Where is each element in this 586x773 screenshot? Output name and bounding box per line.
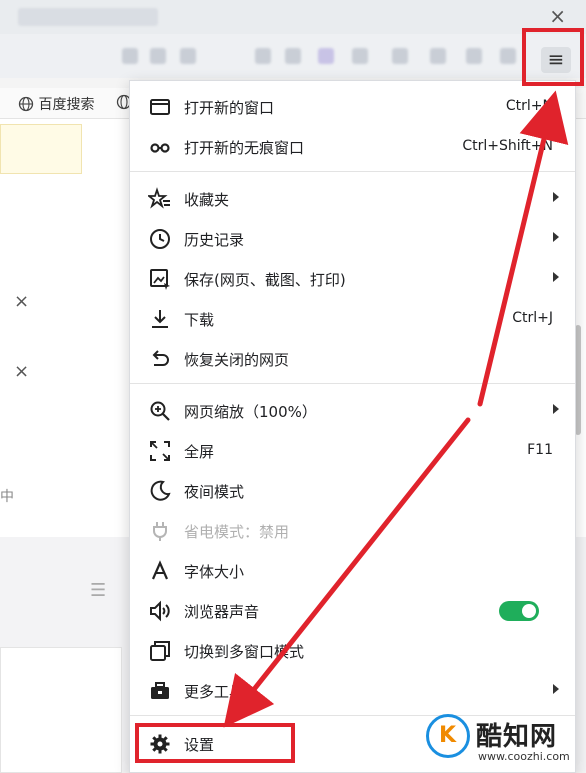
watermark-name: 酷知网: [476, 722, 558, 752]
arrow-to-settings: [223, 417, 471, 728]
annotation-arrows: [223, 90, 569, 728]
watermark: K 酷知网 www.coozhi.com: [424, 712, 586, 771]
arrow-to-menu-button: [477, 90, 569, 407]
watermark-logo: K: [426, 714, 470, 758]
watermark-url: www.coozhi.com: [478, 750, 570, 763]
watermark-logo-letter: K: [439, 723, 457, 748]
